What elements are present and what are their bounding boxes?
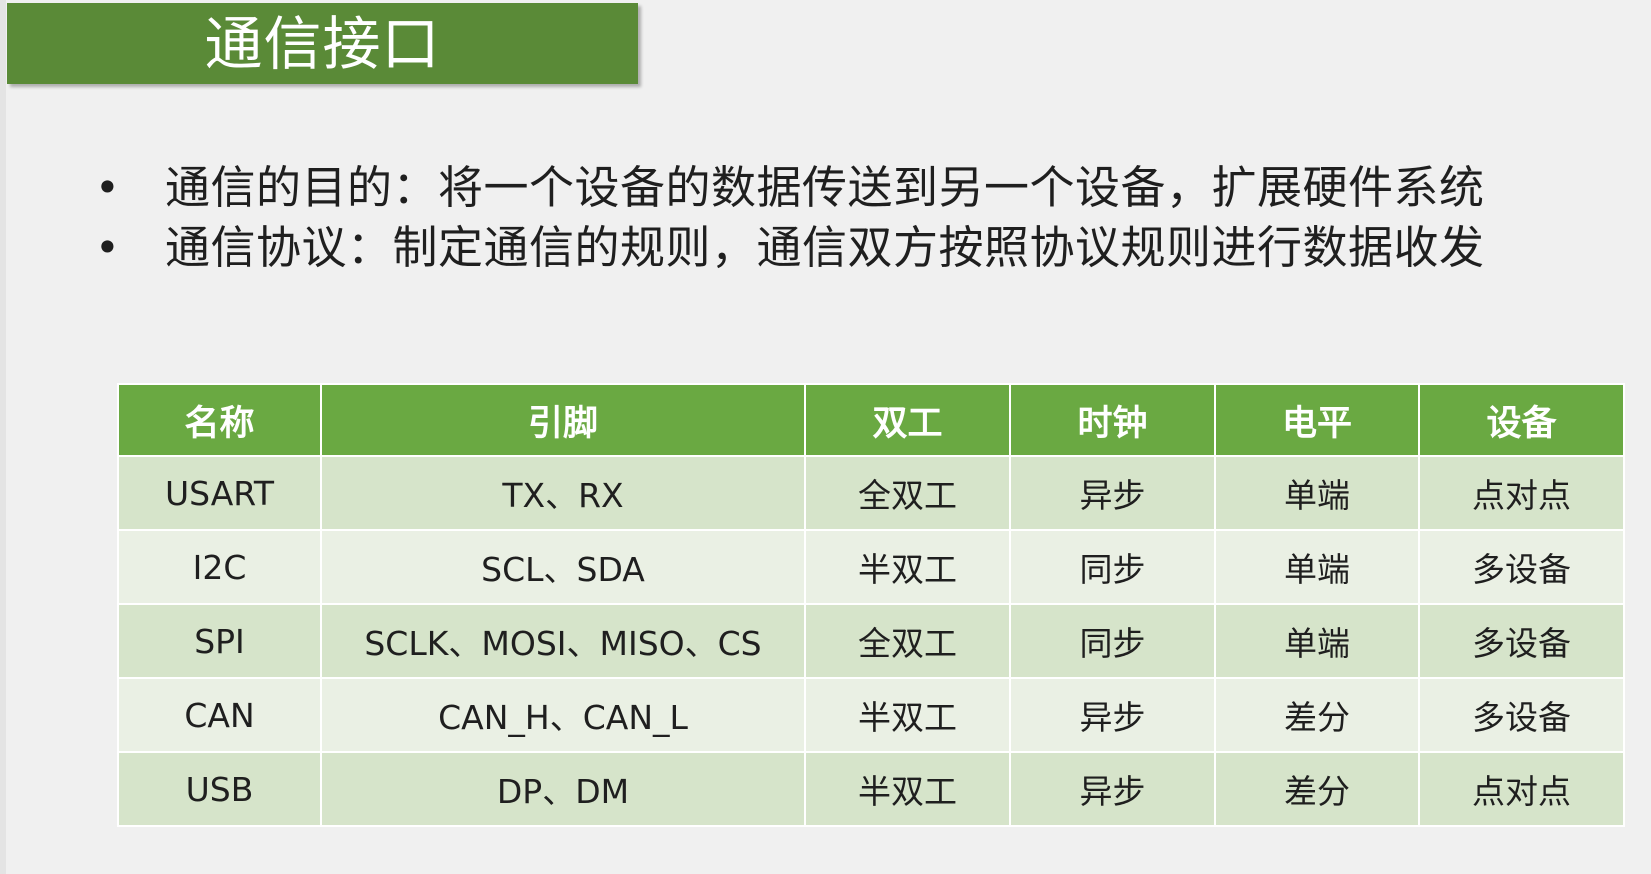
table-header-level: 电平 <box>1214 383 1420 457</box>
table-cell-level: 单端 <box>1214 529 1420 605</box>
table-cell-duplex: 全双工 <box>804 603 1011 679</box>
table-header-name: 名称 <box>117 383 322 457</box>
table-header-clock: 时钟 <box>1009 383 1216 457</box>
table-row: I2C SCL、SDA 半双工 同步 单端 多设备 <box>117 529 1625 605</box>
table-cell-device: 点对点 <box>1418 455 1625 531</box>
table-cell-clock: 异步 <box>1009 677 1216 753</box>
bullet-dot-icon: • <box>95 223 120 272</box>
table-cell-clock: 异步 <box>1009 751 1216 827</box>
table-cell-duplex: 半双工 <box>804 751 1011 827</box>
table-row: USART TX、RX 全双工 异步 单端 点对点 <box>117 455 1625 531</box>
bullet-item: • 通信协议：制定通信的规则，通信双方按照协议规则进行数据收发 <box>95 218 1635 278</box>
table-row: CAN CAN_H、CAN_L 半双工 异步 差分 多设备 <box>117 677 1625 753</box>
slide-left-edge <box>0 0 6 874</box>
bullet-dot-icon: • <box>95 163 120 212</box>
table-cell-device: 点对点 <box>1418 751 1625 827</box>
bullet-list: • 通信的目的：将一个设备的数据传送到另一个设备，扩展硬件系统 • 通信协议：制… <box>95 158 1635 278</box>
table-cell-device: 多设备 <box>1418 603 1625 679</box>
table-cell-pins: CAN_H、CAN_L <box>320 677 806 753</box>
table-cell-duplex: 全双工 <box>804 455 1011 531</box>
table-cell-device: 多设备 <box>1418 677 1625 753</box>
table-cell-level: 差分 <box>1214 751 1420 827</box>
table-cell-level: 单端 <box>1214 455 1420 531</box>
table-cell-name: CAN <box>117 677 322 753</box>
table-cell-duplex: 半双工 <box>804 529 1011 605</box>
table-cell-pins: TX、RX <box>320 455 806 531</box>
table-cell-duplex: 半双工 <box>804 677 1011 753</box>
table-cell-name: USB <box>117 751 322 827</box>
table-header-row: 名称 引脚 双工 时钟 电平 设备 <box>117 383 1625 457</box>
communication-interface-table: 名称 引脚 双工 时钟 电平 设备 USART TX、RX 全双工 异步 单端 … <box>117 383 1625 827</box>
table-header-duplex: 双工 <box>804 383 1011 457</box>
table-cell-device: 多设备 <box>1418 529 1625 605</box>
communication-interface-table-wrap: 名称 引脚 双工 时钟 电平 设备 USART TX、RX 全双工 异步 单端 … <box>117 383 1625 827</box>
slide: 通信接口 • 通信的目的：将一个设备的数据传送到另一个设备，扩展硬件系统 • 通… <box>0 0 1651 874</box>
bullet-text: 通信协议：制定通信的规则，通信双方按照协议规则进行数据收发 <box>165 221 1485 275</box>
table-cell-clock: 异步 <box>1009 455 1216 531</box>
table-cell-clock: 同步 <box>1009 603 1216 679</box>
table-cell-pins: SCL、SDA <box>320 529 806 605</box>
title-banner: 通信接口 <box>7 3 638 84</box>
table-cell-name: I2C <box>117 529 322 605</box>
table-header-device: 设备 <box>1418 383 1625 457</box>
bullet-item: • 通信的目的：将一个设备的数据传送到另一个设备，扩展硬件系统 <box>95 158 1635 218</box>
table-row: USB DP、DM 半双工 异步 差分 点对点 <box>117 751 1625 827</box>
table-cell-pins: DP、DM <box>320 751 806 827</box>
table-cell-name: SPI <box>117 603 322 679</box>
table-cell-pins: SCLK、MOSI、MISO、CS <box>320 603 806 679</box>
table-body: USART TX、RX 全双工 异步 单端 点对点 I2C SCL、SDA 半双… <box>117 455 1625 827</box>
table-cell-level: 差分 <box>1214 677 1420 753</box>
slide-title: 通信接口 <box>204 9 441 78</box>
bullet-text: 通信的目的：将一个设备的数据传送到另一个设备，扩展硬件系统 <box>165 161 1485 215</box>
table-cell-name: USART <box>117 455 322 531</box>
table-header-pins: 引脚 <box>320 383 806 457</box>
table-cell-level: 单端 <box>1214 603 1420 679</box>
table-cell-clock: 同步 <box>1009 529 1216 605</box>
table-header: 名称 引脚 双工 时钟 电平 设备 <box>117 383 1625 457</box>
table-row: SPI SCLK、MOSI、MISO、CS 全双工 同步 单端 多设备 <box>117 603 1625 679</box>
